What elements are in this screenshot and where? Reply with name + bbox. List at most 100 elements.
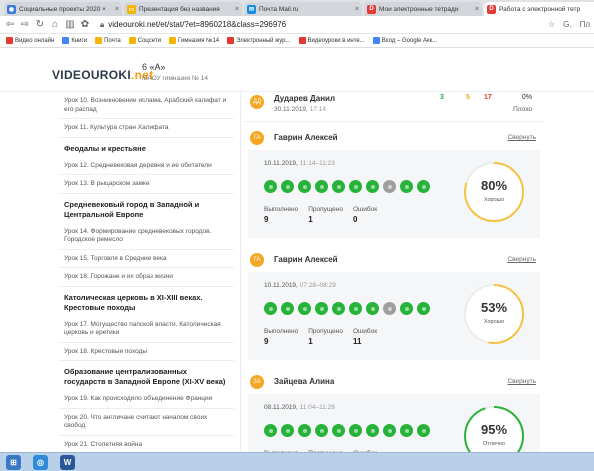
extension-icon[interactable]: ✿ xyxy=(79,19,91,31)
result-stats: Выполнено 9 Пропущено 1 Ошибок 0 xyxy=(264,206,387,224)
lesson-link[interactable]: Урок 19. Как происходило объединение Фра… xyxy=(58,390,234,409)
completed-task-dot[interactable] xyxy=(400,180,413,193)
start-icon[interactable]: ⊞ xyxy=(6,454,21,470)
close-icon[interactable]: × xyxy=(475,6,479,13)
error-count: 17 xyxy=(484,94,492,101)
completed-task-dot[interactable] xyxy=(349,302,362,315)
home-icon[interactable]: ⌂ xyxy=(49,19,61,31)
browser-icon[interactable]: ◎ xyxy=(33,454,48,470)
completed-task-dot[interactable] xyxy=(400,424,413,437)
completed-task-dot[interactable] xyxy=(400,302,413,315)
back-arrow-icon[interactable]: ⇦ xyxy=(4,19,16,31)
completed-task-dot[interactable] xyxy=(264,424,277,437)
grade-label: Плохо xyxy=(513,106,532,113)
dot-center xyxy=(268,428,273,433)
stat-value: 9 xyxy=(264,215,269,224)
completed-task-dot[interactable] xyxy=(417,424,430,437)
completed-task-dot[interactable] xyxy=(366,424,379,437)
bookmark-item[interactable]: Видеоуроки в инте... xyxy=(298,37,365,44)
lesson-link[interactable]: Урок 11. Культура стран Халифата xyxy=(58,119,234,138)
completed-task-dot[interactable] xyxy=(315,302,328,315)
lock-icon: 🔒︎ xyxy=(100,19,105,29)
browser-tab[interactable]: ✉ Почта Mail.ru × xyxy=(244,2,362,16)
bookmark-item[interactable]: Гимназия №14 xyxy=(169,37,219,44)
completed-task-dot[interactable] xyxy=(281,424,294,437)
lesson-link[interactable]: Урок 16. Горожане и их образ жизни xyxy=(58,268,234,287)
collapse-link[interactable]: Свернуть xyxy=(507,378,536,385)
bookmark-manager-icon[interactable]: ▥ xyxy=(64,19,76,31)
completed-task-dot[interactable] xyxy=(315,424,328,437)
reload-icon[interactable]: ↻ xyxy=(34,19,46,31)
bookmark-item[interactable]: Электронный жур... xyxy=(227,37,291,44)
dot-center xyxy=(404,306,409,311)
result-date: 08.11.2019, 11:04–11:28 xyxy=(264,404,335,411)
extension-icon[interactable]: G. xyxy=(563,20,571,29)
dot-center xyxy=(370,428,375,433)
close-icon[interactable]: × xyxy=(235,6,239,13)
close-icon[interactable]: × xyxy=(355,6,359,13)
completed-task-dot[interactable] xyxy=(281,302,294,315)
star-icon[interactable]: ☆ xyxy=(548,20,555,29)
site-logo[interactable]: VIDEOUROKI.net xyxy=(52,68,154,82)
stat-skipped: Пропущено 1 xyxy=(308,206,343,224)
time-text: 17:14 xyxy=(309,106,326,113)
completed-task-dot[interactable] xyxy=(383,424,396,437)
completed-task-dot[interactable] xyxy=(298,180,311,193)
address-bar[interactable]: 🔒︎ videouroki.net/et/stat/?et=8960218&cl… xyxy=(100,18,540,32)
dot-center xyxy=(285,184,290,189)
completed-task-dot[interactable] xyxy=(349,180,362,193)
lesson-link[interactable]: Урок 20. Что англичане считают началом с… xyxy=(58,409,234,436)
os-taskbar: ⊞ ◎ W xyxy=(0,452,594,471)
completed-task-dot[interactable] xyxy=(264,180,277,193)
completed-task-dot[interactable] xyxy=(349,424,362,437)
completed-task-dot[interactable] xyxy=(366,180,379,193)
browser-tab[interactable]: DРабота с электронной тетр× xyxy=(484,2,594,16)
completed-task-dot[interactable] xyxy=(332,180,345,193)
tab-title: Работа с электронной тетр xyxy=(499,5,581,13)
forward-arrow-icon[interactable]: ⇨ xyxy=(19,19,31,31)
lesson-link[interactable]: Урок 21. Столетняя война xyxy=(58,436,234,453)
completed-task-dot[interactable] xyxy=(332,302,345,315)
lesson-link[interactable]: Урок 15. Торговля в Средние века xyxy=(58,250,234,268)
close-icon[interactable]: × xyxy=(115,6,119,13)
stat-errors: Ошибок 11 xyxy=(353,328,377,346)
result-cards: ГА Гаврин Алексей Свернуть 10.11.2019, 11:1… xyxy=(244,128,544,452)
skipped-task-dot[interactable] xyxy=(383,302,396,315)
skipped-task-dot[interactable] xyxy=(383,180,396,193)
lesson-link[interactable]: Урок 13. В рыцарском замке xyxy=(58,175,234,194)
section-heading: Средневековый город в Западной и Централ… xyxy=(64,199,200,219)
completed-task-dot[interactable] xyxy=(417,180,430,193)
bookmark-item[interactable]: Почта xyxy=(95,37,121,44)
word-icon[interactable]: W xyxy=(60,454,75,470)
completed-task-dot[interactable] xyxy=(264,302,277,315)
completed-task-dot[interactable] xyxy=(281,180,294,193)
lesson-link[interactable]: Урок 17. Могущество папской власти. Като… xyxy=(58,316,234,343)
completed-task-dot[interactable] xyxy=(315,180,328,193)
lesson-link[interactable]: Урок 10. Возникновение ислама. Арабский … xyxy=(58,92,234,119)
lesson-link[interactable]: Урок 18. Крестовые походы xyxy=(58,343,234,361)
bookmark-item[interactable]: Соцсети xyxy=(128,37,161,44)
bookmark-item[interactable]: Вход – Google Акк... xyxy=(372,37,437,44)
extension-icon[interactable]: Пл xyxy=(580,20,590,29)
result-card: 10.11.2019, 11:14–11:23 Выполнено 9 Пропуще… xyxy=(248,150,540,238)
stat-value: 9 xyxy=(264,337,269,346)
toolbar-right-icons: ☆ G. Пл xyxy=(540,20,590,29)
bookmark-label: Видеоуроки в инте... xyxy=(307,37,365,44)
browser-tab[interactable]: D Мои электронные тетради × xyxy=(364,2,482,16)
collapse-link[interactable]: Свернуть xyxy=(507,134,536,141)
skipped-count: 5 xyxy=(466,94,470,101)
result-card: 08.11.2019, 11:04–11:28Выполнено10Пропущ… xyxy=(248,394,540,452)
completed-task-dot[interactable] xyxy=(298,302,311,315)
completed-task-dot[interactable] xyxy=(366,302,379,315)
collapse-link[interactable]: Свернуть xyxy=(507,256,536,263)
browser-tab[interactable]: ▭ Презентация без названия × xyxy=(124,2,242,16)
bookmark-icon xyxy=(298,37,306,44)
lesson-link[interactable]: Урок 14. Формирование средневековых горо… xyxy=(58,223,234,250)
bookmark-item[interactable]: Видео онлайн xyxy=(6,37,54,44)
lesson-link[interactable]: Урок 12. Средневековая деревня и ее обит… xyxy=(58,157,234,175)
bookmark-item[interactable]: Книги xyxy=(62,37,87,44)
completed-task-dot[interactable] xyxy=(298,424,311,437)
completed-task-dot[interactable] xyxy=(417,302,430,315)
completed-task-dot[interactable] xyxy=(332,424,345,437)
browser-tab[interactable]: ◉ Социальные проекты 2020 × × xyxy=(4,2,122,16)
